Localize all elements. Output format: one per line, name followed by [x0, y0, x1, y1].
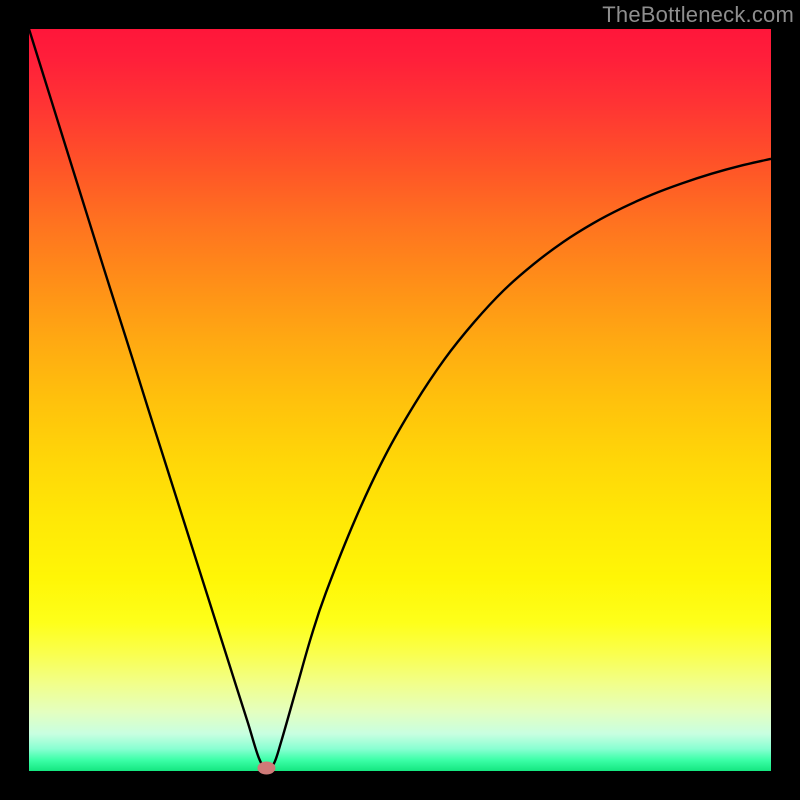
watermark-label: TheBottleneck.com [602, 2, 794, 28]
chart-frame [29, 29, 771, 771]
minimum-marker-dot [257, 762, 275, 775]
plot-area [29, 29, 771, 771]
bottleneck-curve [29, 29, 771, 771]
curve-path [29, 29, 771, 768]
